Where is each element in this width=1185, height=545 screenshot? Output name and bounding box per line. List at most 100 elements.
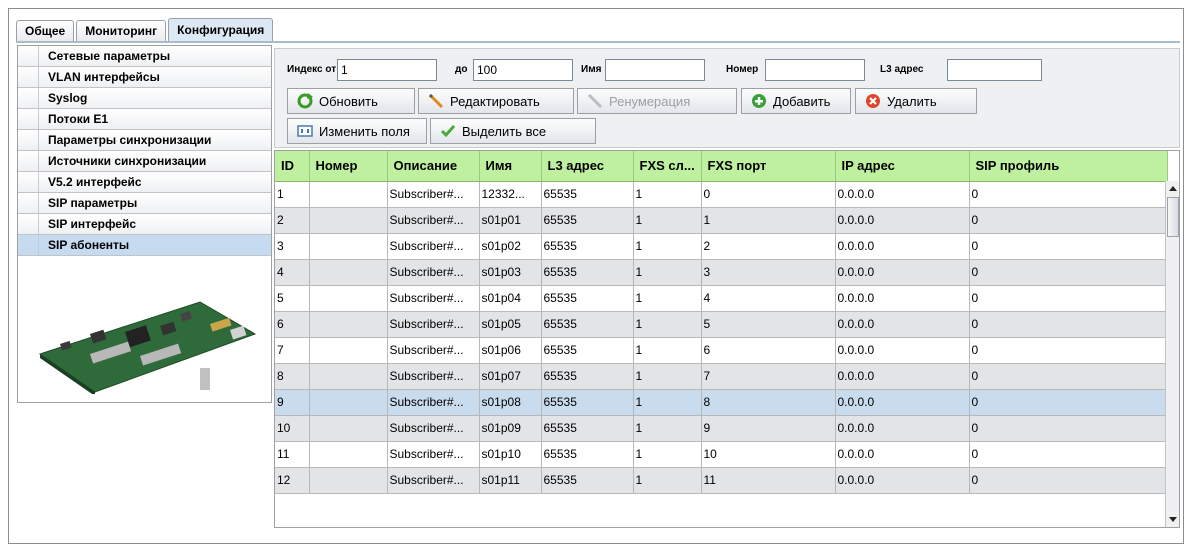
cell-fxs-port[interactable]: 11 xyxy=(701,467,836,494)
cell-ip-address[interactable]: 0.0.0.0 xyxy=(835,207,970,234)
cell-description[interactable]: Subscriber#... xyxy=(387,259,480,286)
sidebar-item-sip-subscribers[interactable]: SIP абоненты xyxy=(18,235,271,256)
cell-l3-address[interactable]: 65535 xyxy=(541,467,634,494)
cell-fxs-slot[interactable]: 1 xyxy=(633,337,702,364)
cell-l3-address[interactable]: 65535 xyxy=(541,389,634,416)
cell-name[interactable]: s01p11 xyxy=(479,467,542,494)
col-name[interactable]: Имя xyxy=(479,151,542,182)
cell-fxs-port[interactable]: 0 xyxy=(701,181,836,208)
cell-l3-address[interactable]: 65535 xyxy=(541,285,634,312)
cell-ip-address[interactable]: 0.0.0.0 xyxy=(835,259,970,286)
cell-l3-address[interactable]: 65535 xyxy=(541,207,634,234)
col-number[interactable]: Номер xyxy=(309,151,388,182)
cell-description[interactable]: Subscriber#... xyxy=(387,337,480,364)
delete-button[interactable]: Удалить xyxy=(855,88,977,114)
cell-l3-address[interactable]: 65535 xyxy=(541,311,634,338)
cell-ip-address[interactable]: 0.0.0.0 xyxy=(835,389,970,416)
cell-number[interactable] xyxy=(309,311,388,338)
cell-fxs-slot[interactable]: 1 xyxy=(633,207,702,234)
cell-sip-profile[interactable]: 0 xyxy=(969,259,1168,286)
col-id[interactable]: ID xyxy=(275,151,310,182)
cell-id[interactable]: 2 xyxy=(275,207,310,234)
scroll-down-icon[interactable] xyxy=(1166,511,1180,527)
change-fields-button[interactable]: Изменить поля xyxy=(287,118,427,144)
cell-ip-address[interactable]: 0.0.0.0 xyxy=(835,337,970,364)
table-row[interactable]: 10 Subscriber#... s01p09 65535 1 9 0.0.0.0 0 xyxy=(275,415,1168,442)
cell-sip-profile[interactable]: 0 xyxy=(969,337,1168,364)
cell-l3-address[interactable]: 65535 xyxy=(541,441,634,468)
col-ip-address[interactable]: IP адрес xyxy=(835,151,970,182)
table-row[interactable]: 4 Subscriber#... s01p03 65535 1 3 0.0.0.0 0 xyxy=(275,259,1168,286)
table-row[interactable]: 2 Subscriber#... s01p01 65535 1 1 0.0.0.0 0 xyxy=(275,207,1168,234)
cell-sip-profile[interactable]: 0 xyxy=(969,311,1168,338)
cell-description[interactable]: Subscriber#... xyxy=(387,415,480,442)
cell-name[interactable]: s01p02 xyxy=(479,233,542,260)
cell-id[interactable]: 10 xyxy=(275,415,310,442)
scroll-up-icon[interactable] xyxy=(1166,181,1180,197)
refresh-button[interactable]: Обновить xyxy=(287,88,415,114)
cell-number[interactable] xyxy=(309,259,388,286)
cell-sip-profile[interactable]: 0 xyxy=(969,363,1168,390)
cell-fxs-slot[interactable]: 1 xyxy=(633,285,702,312)
cell-name[interactable]: s01p04 xyxy=(479,285,542,312)
col-fxs-port[interactable]: FXS порт xyxy=(701,151,836,182)
cell-sip-profile[interactable]: 0 xyxy=(969,415,1168,442)
cell-sip-profile[interactable]: 0 xyxy=(969,181,1168,208)
cell-ip-address[interactable]: 0.0.0.0 xyxy=(835,311,970,338)
cell-description[interactable]: Subscriber#... xyxy=(387,389,480,416)
cell-fxs-port[interactable]: 1 xyxy=(701,207,836,234)
index-to-input[interactable] xyxy=(473,59,573,81)
cell-fxs-port[interactable]: 2 xyxy=(701,233,836,260)
cell-fxs-port[interactable]: 8 xyxy=(701,389,836,416)
cell-name[interactable]: s01p07 xyxy=(479,363,542,390)
add-button[interactable]: Добавить xyxy=(741,88,851,114)
sidebar-item-sip-params[interactable]: SIP параметры xyxy=(18,193,271,214)
cell-l3-address[interactable]: 65535 xyxy=(541,181,634,208)
cell-fxs-port[interactable]: 4 xyxy=(701,285,836,312)
cell-sip-profile[interactable]: 0 xyxy=(969,467,1168,494)
tab-monitoring[interactable]: Мониторинг xyxy=(76,20,167,41)
cell-fxs-slot[interactable]: 1 xyxy=(633,311,702,338)
sidebar-item-vlan[interactable]: VLAN интерфейсы xyxy=(18,67,271,88)
tab-general[interactable]: Общее xyxy=(16,20,75,41)
cell-id[interactable]: 11 xyxy=(275,441,310,468)
cell-l3-address[interactable]: 65535 xyxy=(541,363,634,390)
cell-number[interactable] xyxy=(309,233,388,260)
cell-id[interactable]: 8 xyxy=(275,363,310,390)
cell-ip-address[interactable]: 0.0.0.0 xyxy=(835,467,970,494)
cell-sip-profile[interactable]: 0 xyxy=(969,389,1168,416)
cell-number[interactable] xyxy=(309,337,388,364)
cell-name[interactable]: s01p08 xyxy=(479,389,542,416)
cell-name[interactable]: s01p03 xyxy=(479,259,542,286)
cell-fxs-port[interactable]: 5 xyxy=(701,311,836,338)
table-row[interactable]: 11 Subscriber#... s01p10 65535 1 10 0.0.0.0 0 xyxy=(275,441,1168,468)
sidebar-item-v52[interactable]: V5.2 интерфейс xyxy=(18,172,271,193)
vertical-scrollbar[interactable] xyxy=(1165,181,1179,527)
cell-description[interactable]: Subscriber#... xyxy=(387,311,480,338)
cell-name[interactable]: s01p01 xyxy=(479,207,542,234)
cell-name[interactable]: s01p10 xyxy=(479,441,542,468)
table-row[interactable]: 5 Subscriber#... s01p04 65535 1 4 0.0.0.0 0 xyxy=(275,285,1168,312)
cell-fxs-slot[interactable]: 1 xyxy=(633,389,702,416)
cell-number[interactable] xyxy=(309,285,388,312)
renumber-button[interactable]: Ренумерация xyxy=(577,88,737,114)
cell-ip-address[interactable]: 0.0.0.0 xyxy=(835,285,970,312)
cell-id[interactable]: 6 xyxy=(275,311,310,338)
sidebar-item-e1-streams[interactable]: Потоки E1 xyxy=(18,109,271,130)
col-sip-profile[interactable]: SIP профиль xyxy=(969,151,1168,182)
cell-description[interactable]: Subscriber#... xyxy=(387,363,480,390)
cell-number[interactable] xyxy=(309,207,388,234)
cell-name[interactable]: s01p05 xyxy=(479,311,542,338)
cell-number[interactable] xyxy=(309,441,388,468)
cell-description[interactable]: Subscriber#... xyxy=(387,207,480,234)
cell-l3-address[interactable]: 65535 xyxy=(541,337,634,364)
table-row[interactable]: 12 Subscriber#... s01p11 65535 1 11 0.0.0.0 0 xyxy=(275,467,1168,494)
cell-fxs-slot[interactable]: 1 xyxy=(633,181,702,208)
cell-description[interactable]: Subscriber#... xyxy=(387,233,480,260)
cell-number[interactable] xyxy=(309,363,388,390)
cell-id[interactable]: 3 xyxy=(275,233,310,260)
sidebar-item-network[interactable]: Сетевые параметры xyxy=(18,46,271,67)
table-row[interactable]: 3 Subscriber#... s01p02 65535 1 2 0.0.0.0 0 xyxy=(275,233,1168,260)
cell-ip-address[interactable]: 0.0.0.0 xyxy=(835,415,970,442)
table-row[interactable]: 8 Subscriber#... s01p07 65535 1 7 0.0.0.0 0 xyxy=(275,363,1168,390)
